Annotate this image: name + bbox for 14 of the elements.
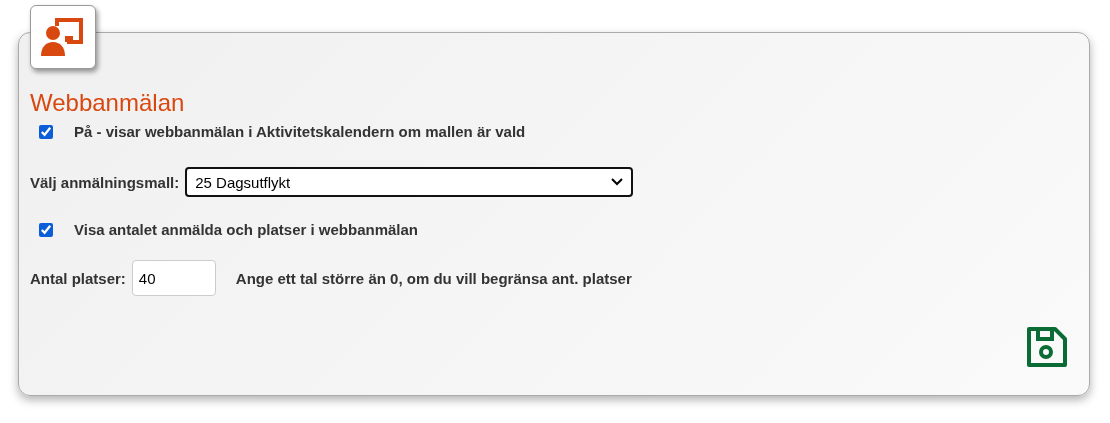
template-select[interactable]: 25 Dagsutflykt bbox=[185, 167, 634, 197]
checkbox-label: Visa antalet anmälda och platser i webbanmälan bbox=[74, 221, 418, 238]
presenter-icon bbox=[41, 16, 85, 58]
save-icon bbox=[1025, 325, 1069, 369]
chevron-icon bbox=[611, 178, 624, 186]
checkbox[interactable] bbox=[39, 124, 53, 139]
field-label: Välj anmälningsmall: bbox=[30, 173, 180, 191]
checkbox[interactable] bbox=[39, 222, 53, 237]
field-label: Antal platser: bbox=[30, 269, 126, 287]
save-button[interactable] bbox=[1025, 325, 1069, 369]
hint-text: Ange ett tal större än 0, om du vill begränsa ant. platser bbox=[235, 269, 632, 287]
section-title: Webbanmälan bbox=[30, 89, 186, 117]
seats-field[interactable]: 40 bbox=[131, 260, 216, 296]
checkbox-label: På - visar webbanmälan i Aktivitetskalendern om mallen är vald bbox=[74, 123, 526, 140]
